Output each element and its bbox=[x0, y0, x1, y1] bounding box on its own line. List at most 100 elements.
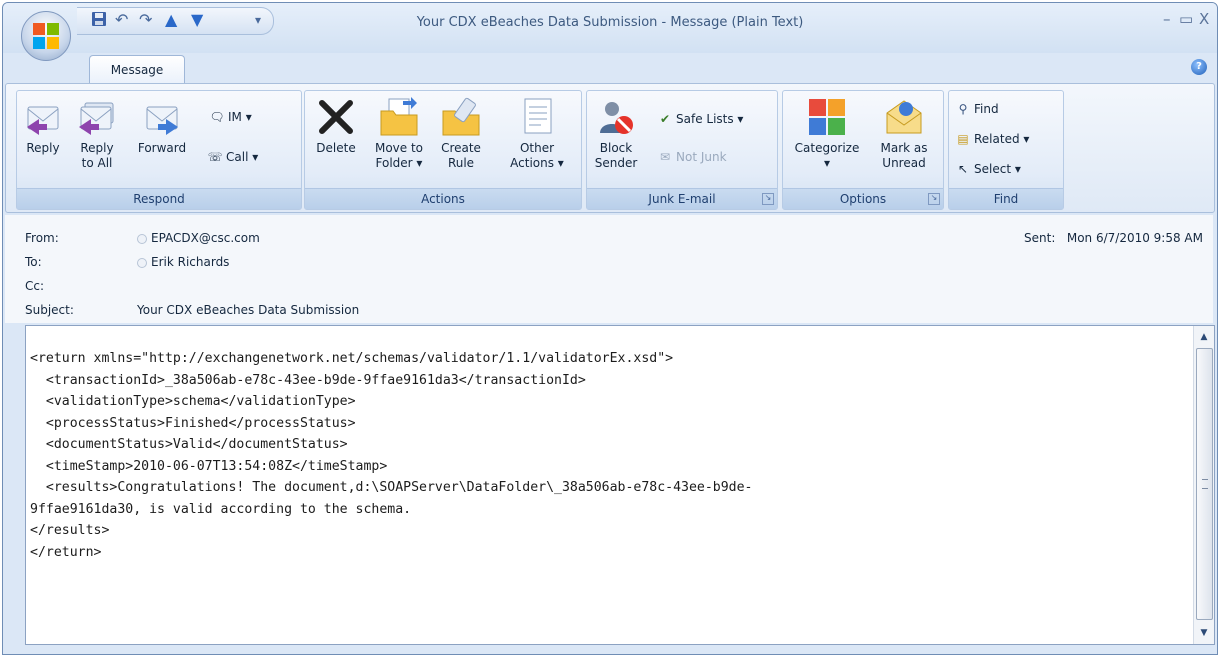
other-actions-icon bbox=[524, 98, 552, 134]
group-find: ⚲ Find ▤ Related ▾ ↖ Select ▾ Find bbox=[948, 90, 1064, 210]
safe-lists-button[interactable]: ✔ Safe Lists ▾ bbox=[657, 111, 744, 127]
message-line: </results> bbox=[30, 523, 110, 538]
presence-icon bbox=[137, 257, 147, 268]
cc-label: Cc: bbox=[25, 279, 45, 293]
reply-label: Reply bbox=[26, 141, 60, 155]
create-label-1: Create bbox=[441, 141, 481, 155]
not-junk-label: Not Junk bbox=[676, 150, 727, 164]
message-header: From: EPACDX@csc.com To: Erik Richards C… bbox=[5, 215, 1213, 323]
group-label-find: Find bbox=[949, 188, 1063, 209]
other-label-2: Actions ▾ bbox=[510, 156, 564, 170]
move-folder-icon bbox=[380, 97, 418, 136]
options-launcher-icon[interactable]: ↘ bbox=[928, 193, 940, 205]
phone-icon: ☏ bbox=[207, 150, 223, 164]
group-label-respond: Respond bbox=[17, 188, 301, 209]
move-label-1: Move to bbox=[374, 141, 424, 155]
categorize-icon bbox=[809, 99, 845, 135]
message-body[interactable]: <return xmlns="http://exchangenetwork.ne… bbox=[25, 325, 1215, 645]
junk-launcher-icon[interactable]: ↘ bbox=[762, 193, 774, 205]
scroll-up-icon[interactable]: ▲ bbox=[1194, 328, 1214, 346]
vertical-scrollbar[interactable]: ▲ ▼ bbox=[1193, 326, 1214, 644]
undo-icon[interactable]: ↶ bbox=[115, 11, 128, 29]
create-rule-icon bbox=[442, 97, 480, 136]
other-actions-button[interactable]: Other Actions ▾ bbox=[501, 97, 573, 171]
tab-message[interactable]: Message bbox=[89, 55, 185, 84]
block-sender-button[interactable]: Block Sender bbox=[591, 97, 641, 171]
to-value[interactable]: Erik Richards bbox=[137, 255, 229, 269]
redo-icon[interactable]: ↷ bbox=[139, 11, 152, 29]
select-label: Select ▾ bbox=[974, 162, 1021, 176]
subject-value: Your CDX eBeaches Data Submission bbox=[137, 303, 360, 317]
forward-button[interactable]: Forward bbox=[129, 97, 195, 156]
title-bar: Your CDX eBeaches Data Submission - Mess… bbox=[3, 3, 1217, 53]
reply-all-button[interactable]: Reply to All bbox=[71, 97, 123, 171]
call-button[interactable]: ☏ Call ▾ bbox=[207, 149, 258, 165]
minimize-icon[interactable]: – bbox=[1163, 10, 1171, 28]
move-to-folder-button[interactable]: Move to Folder ▾ bbox=[371, 97, 427, 171]
office-button[interactable] bbox=[21, 11, 71, 61]
message-line: <documentStatus>Valid</documentStatus> bbox=[30, 437, 348, 452]
mark-label-2: Unread bbox=[882, 156, 926, 170]
restore-icon[interactable]: ▭ bbox=[1179, 10, 1193, 28]
delete-label: Delete bbox=[316, 141, 356, 155]
message-line: <processStatus>Finished</processStatus> bbox=[30, 415, 356, 431]
create-rule-button[interactable]: Create Rule bbox=[433, 97, 489, 171]
reply-all-icon bbox=[79, 102, 114, 135]
message-line: <validationType>schema</validationType> bbox=[30, 394, 356, 409]
close-icon[interactable]: X bbox=[1199, 10, 1209, 28]
related-icon: ▤ bbox=[957, 132, 969, 146]
im-label: IM ▾ bbox=[228, 110, 252, 124]
customize-icon[interactable]: ▾ bbox=[255, 11, 261, 29]
select-button[interactable]: ↖ Select ▾ bbox=[955, 161, 1021, 177]
next-item-icon[interactable]: ▼ bbox=[191, 11, 203, 29]
forward-icon bbox=[146, 106, 178, 135]
mark-unread-icon bbox=[886, 100, 922, 134]
delete-icon bbox=[319, 100, 353, 134]
scroll-thumb[interactable] bbox=[1196, 348, 1213, 620]
block-label-1: Block bbox=[599, 141, 633, 155]
subject-label: Subject: bbox=[25, 303, 74, 317]
im-button[interactable]: 🗨 IM ▾ bbox=[209, 109, 252, 125]
categorize-button[interactable]: Categorize ▾ bbox=[787, 97, 867, 171]
safe-lists-label: Safe Lists ▾ bbox=[676, 112, 744, 126]
grip-icon bbox=[1202, 479, 1208, 489]
binoculars-icon: ⚲ bbox=[958, 102, 968, 116]
scroll-down-icon[interactable]: ▼ bbox=[1194, 624, 1214, 642]
message-window: Your CDX eBeaches Data Submission - Mess… bbox=[2, 2, 1218, 655]
related-button[interactable]: ▤ Related ▾ bbox=[955, 131, 1029, 147]
reply-button[interactable]: Reply bbox=[23, 97, 63, 156]
find-button[interactable]: ⚲ Find bbox=[955, 101, 999, 117]
group-label-junk: Junk E-mail bbox=[587, 188, 777, 209]
mark-label-1: Mark as bbox=[880, 141, 928, 155]
help-icon[interactable]: ? bbox=[1191, 59, 1207, 75]
message-line: </return> bbox=[30, 544, 102, 560]
mark-as-unread-button[interactable]: Mark as Unread bbox=[873, 97, 935, 171]
reply-all-label-1: Reply bbox=[80, 141, 114, 155]
sent-info: Sent: Mon 6/7/2010 9:58 AM bbox=[1024, 231, 1203, 245]
safe-lists-icon: ✔ bbox=[659, 112, 671, 126]
junk-label-text: Junk E-mail bbox=[648, 192, 716, 206]
message-line: <return xmlns="http://exchangenetwork.ne… bbox=[30, 351, 674, 366]
quick-access-toolbar: ↶ ↷ ▲ ▼ ▾ bbox=[77, 7, 274, 35]
save-icon[interactable] bbox=[91, 11, 107, 31]
sent-label: Sent: bbox=[1024, 231, 1056, 245]
block-label-2: Sender bbox=[594, 156, 638, 170]
related-label: Related ▾ bbox=[974, 132, 1030, 146]
ribbon-tabs: Message ? bbox=[3, 53, 1217, 84]
message-line: <timeStamp>2010-06-07T13:54:08Z</timeSta… bbox=[30, 458, 388, 474]
from-value[interactable]: EPACDX@csc.com bbox=[137, 231, 260, 245]
group-junk-email: Block Sender ✔ Safe Lists ▾ ✉ Not Junk Jun… bbox=[586, 90, 778, 210]
message-line: 9ffae9161da30, is valid according to the… bbox=[30, 501, 412, 517]
delete-button[interactable]: Delete bbox=[309, 97, 363, 156]
not-junk-icon: ✉ bbox=[659, 150, 671, 164]
reply-icon bbox=[27, 106, 59, 135]
previous-item-icon[interactable]: ▲ bbox=[165, 11, 177, 29]
im-icon: 🗨 bbox=[209, 110, 225, 124]
presence-icon bbox=[137, 233, 147, 244]
options-label-text: Options bbox=[839, 192, 887, 206]
sent-value: Mon 6/7/2010 9:58 AM bbox=[1066, 231, 1203, 245]
from-label: From: bbox=[25, 231, 59, 245]
to-name: Erik Richards bbox=[151, 255, 230, 269]
not-junk-button[interactable]: ✉ Not Junk bbox=[657, 149, 727, 165]
message-line: <results>Congratulations! The document,d… bbox=[30, 480, 753, 495]
